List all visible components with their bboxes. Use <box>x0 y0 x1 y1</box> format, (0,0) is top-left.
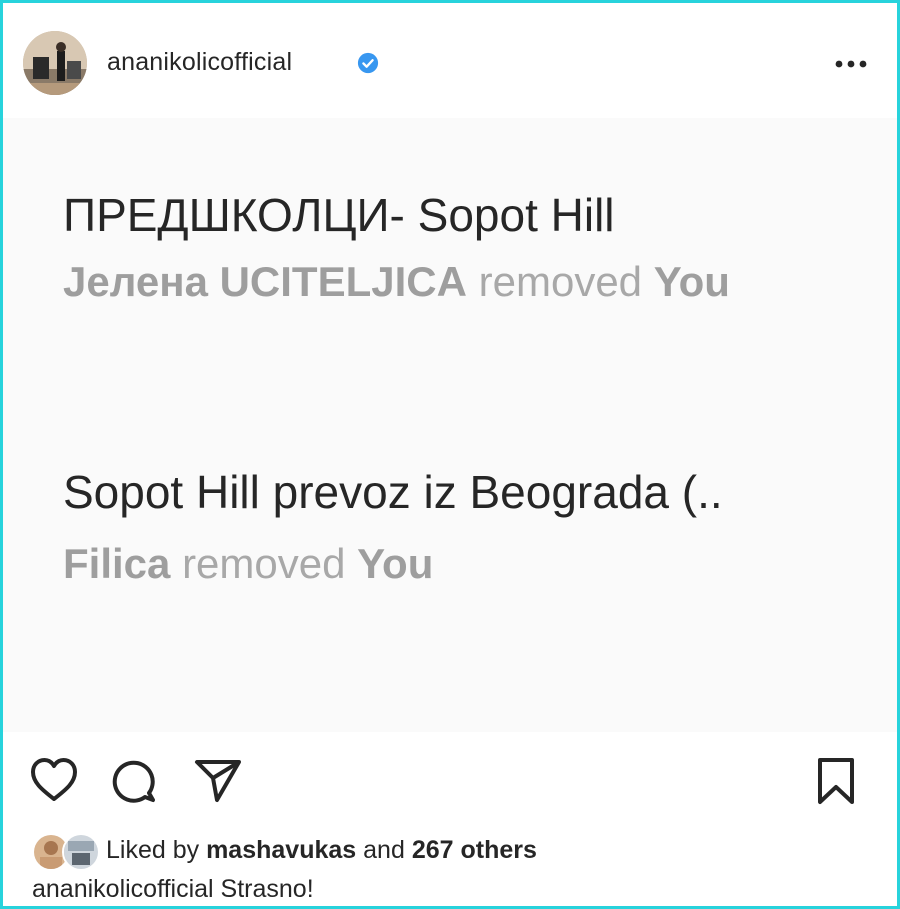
group-action: removed <box>182 540 346 587</box>
group-target: You <box>653 258 730 305</box>
group-target: You <box>357 540 434 587</box>
likes-middle: and <box>363 835 405 864</box>
post-username[interactable]: ananikolicofficial <box>107 48 292 77</box>
save-bookmark-icon[interactable] <box>815 756 857 806</box>
caption-text: Strasno! <box>220 875 314 903</box>
group-title: ПРЕДШКОЛЦИ- Sopot Hill <box>63 189 615 241</box>
comment-icon[interactable] <box>111 758 157 804</box>
likes-prefix: Liked by <box>106 835 200 864</box>
group-actor: Filica <box>63 540 171 587</box>
share-send-icon[interactable] <box>193 756 243 804</box>
like-heart-icon[interactable] <box>29 757 79 803</box>
post-caption: ananikolicofficial Strasno! <box>32 875 314 904</box>
group-title: Sopot Hill prevoz iz Beograda (.. <box>63 466 723 518</box>
group-removal-text: Јелена UCITELJICA removed You <box>63 258 730 306</box>
liker-username[interactable]: mashavukas <box>206 836 356 864</box>
verified-badge-icon <box>357 52 379 74</box>
liker-avatar[interactable] <box>62 833 100 871</box>
likes-count[interactable]: 267 others <box>412 836 537 864</box>
group-actor: Јелена UCITELJICA <box>63 258 467 305</box>
post-action-bar <box>3 732 897 832</box>
avatar-photo <box>23 31 87 95</box>
caption-username[interactable]: ananikolicofficial <box>32 875 214 903</box>
more-options-icon[interactable] <box>829 47 873 81</box>
post-image: ПРЕДШКОЛЦИ- Sopot Hill Јелена UCITELJICA… <box>3 118 897 732</box>
profile-avatar[interactable] <box>23 31 87 95</box>
likes-summary[interactable]: Liked by mashavukas and 267 others <box>106 836 537 865</box>
liker-avatars <box>32 831 100 871</box>
post-header: ananikolicofficial <box>3 3 897 118</box>
group-removal-text: Filica removed You <box>63 540 433 588</box>
group-action: removed <box>478 258 643 305</box>
likes-row: Liked by mashavukas and 267 others <box>32 830 537 871</box>
